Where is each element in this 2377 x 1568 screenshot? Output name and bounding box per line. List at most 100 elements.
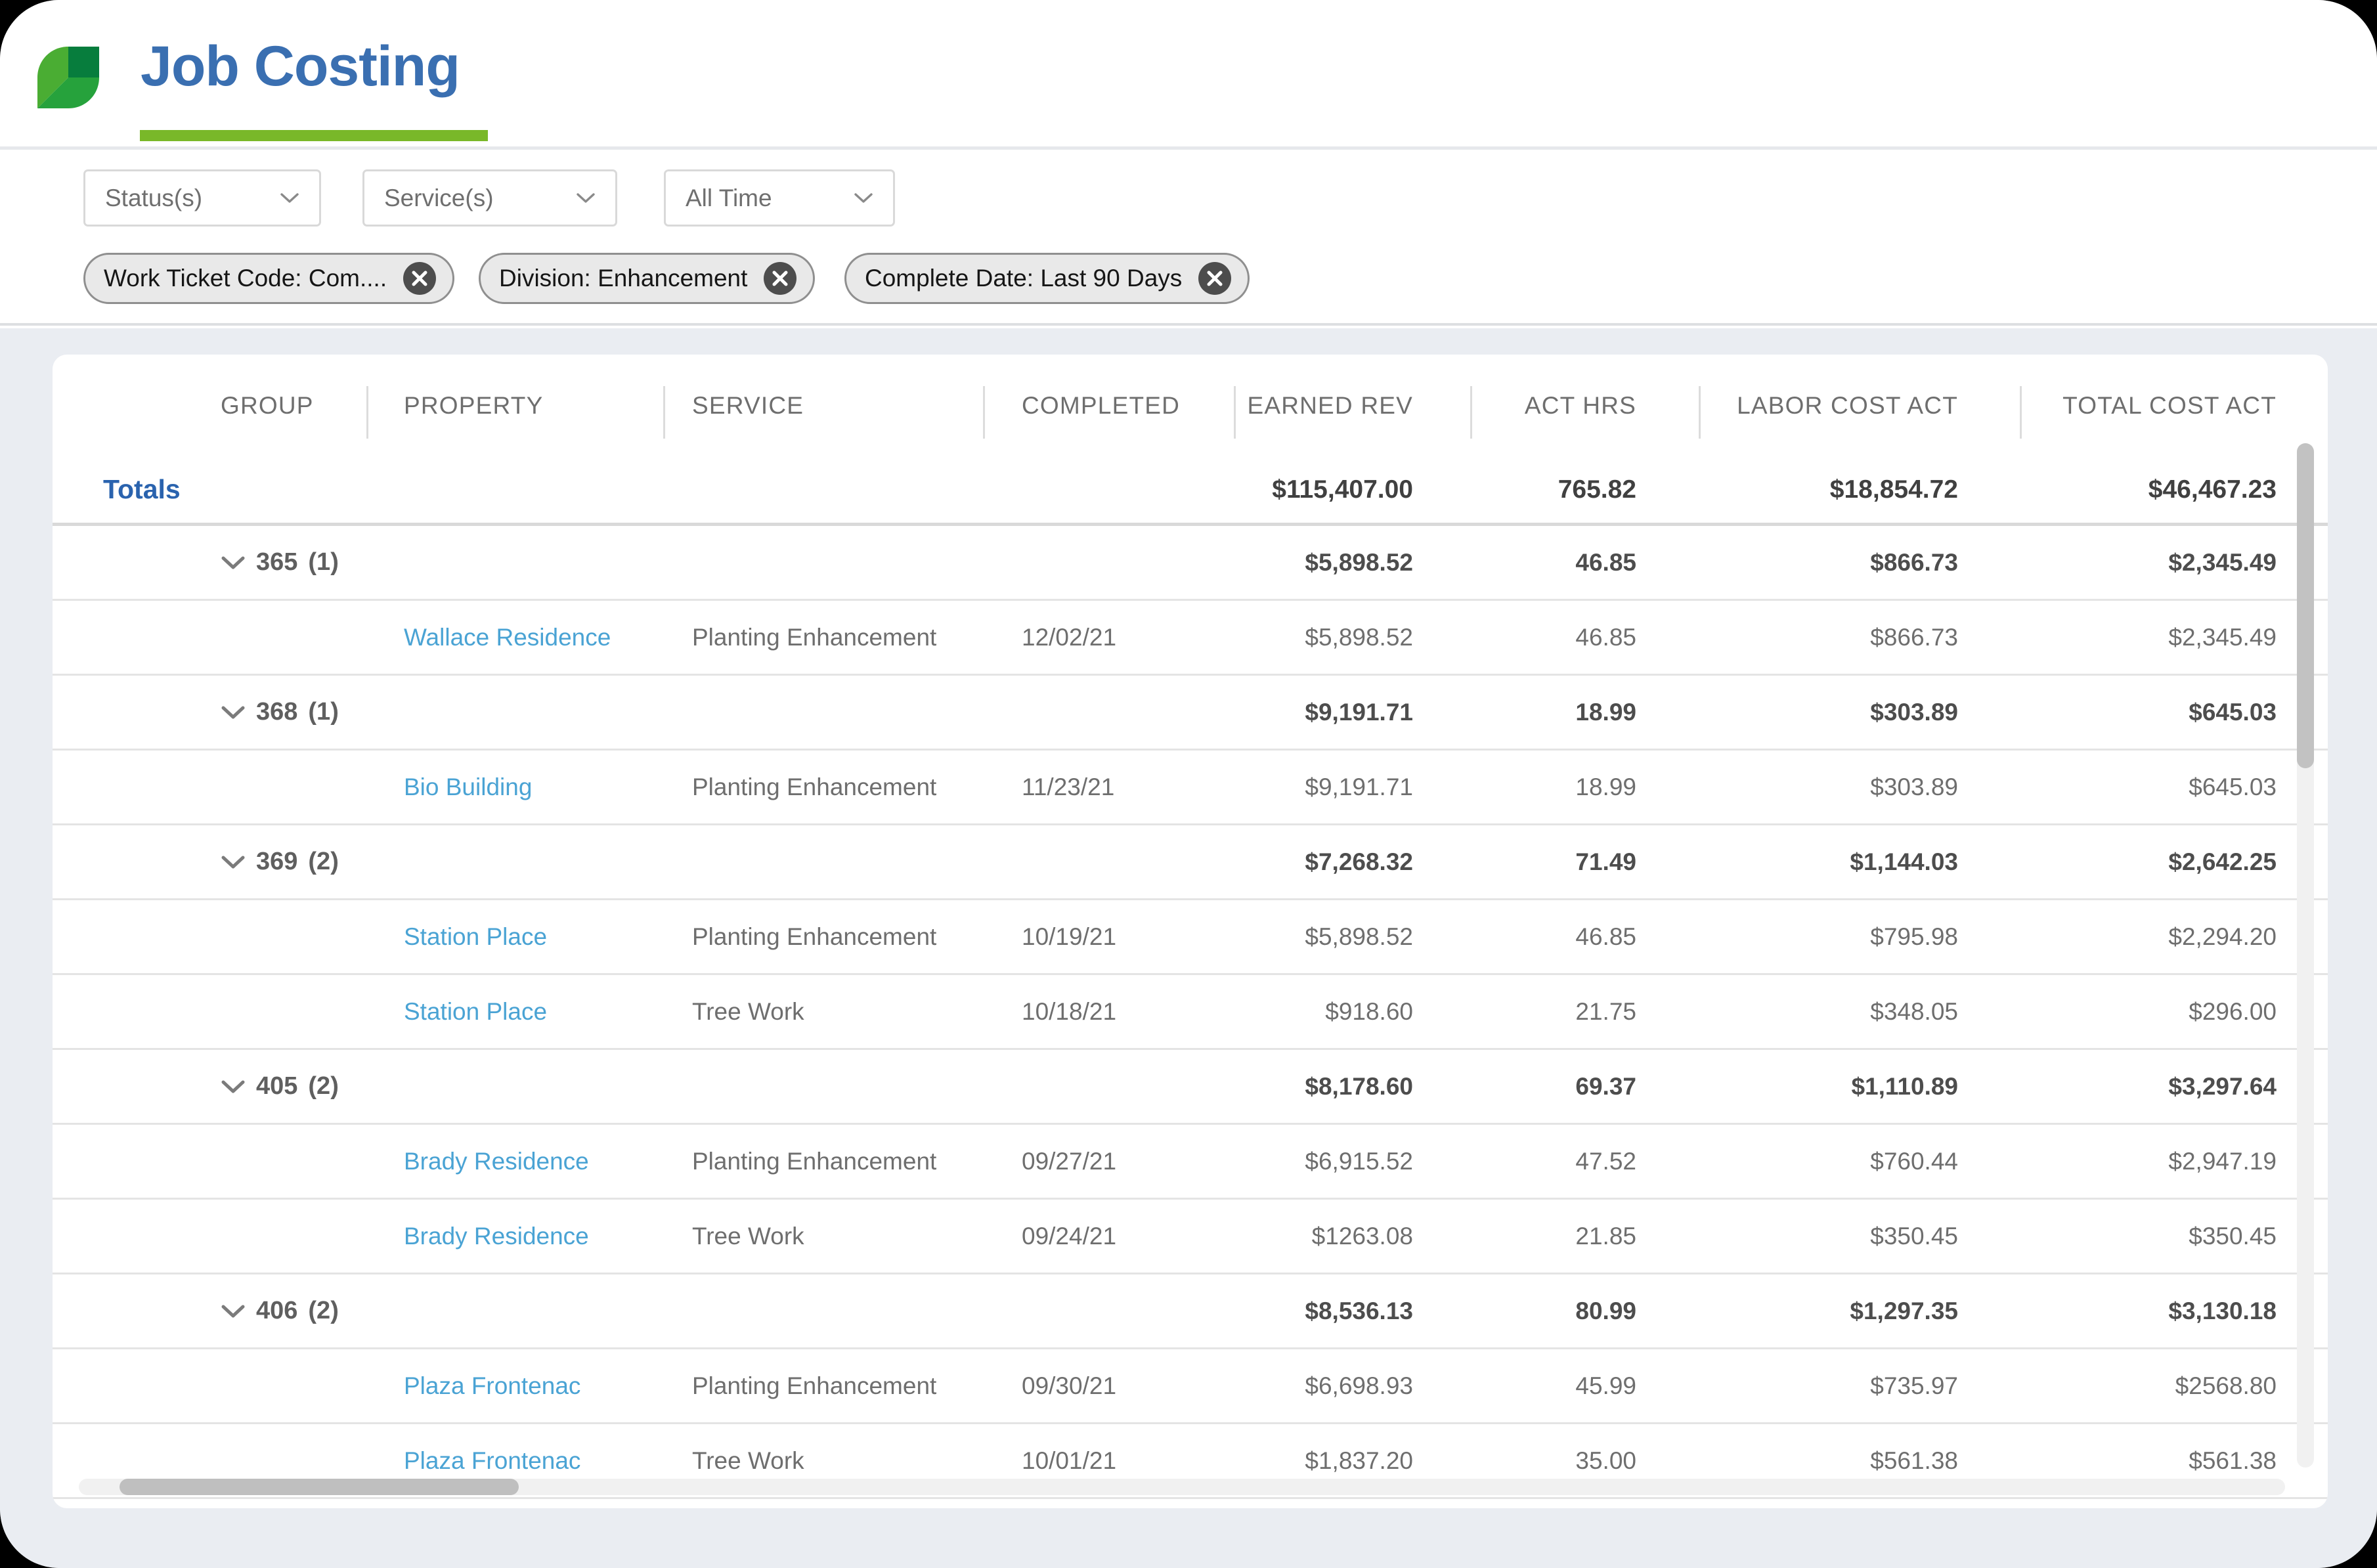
earned-rev-cell: $6,915.52	[1305, 1147, 1413, 1175]
group-count: (2)	[308, 1297, 339, 1324]
total-cost-act-cell: $561.38	[2189, 1447, 2277, 1474]
service-cell: Tree Work	[692, 997, 804, 1025]
completed-date-cell: 10/18/21	[1022, 997, 1117, 1025]
labor-cost-act-cell: $1,144.03	[1850, 848, 1958, 875]
completed-date-cell: 09/30/21	[1022, 1372, 1117, 1399]
service-filter-dropdown[interactable]: Service(s)	[362, 169, 617, 227]
service-filter-label: Service(s)	[384, 184, 494, 211]
property-link[interactable]: Brady Residence	[404, 1223, 589, 1250]
column-divider	[663, 386, 665, 439]
group-toggle[interactable]: 365 (1)	[53, 548, 366, 577]
column-header-total_cost_act: TOTAL COST ACT	[2062, 391, 2277, 419]
act-hrs-cell: 46.85	[1575, 548, 1636, 576]
column-divider	[1699, 386, 1701, 439]
property-link[interactable]: Bio Building	[404, 773, 532, 800]
act-hrs-cell: 71.49	[1575, 848, 1636, 875]
group-toggle[interactable]: 405 (2)	[53, 1072, 366, 1100]
content-area: GROUP PROPERTY SERVICE COMPLETED EARNED REV A…	[0, 328, 2377, 1568]
property-link[interactable]: Station Place	[404, 923, 547, 950]
total-cost-act-cell: $2568.80	[2175, 1372, 2277, 1399]
completed-date-cell: 09/24/21	[1022, 1222, 1117, 1250]
act-hrs-cell: 18.99	[1575, 698, 1636, 726]
filter-chip-work-ticket-code[interactable]: Work Ticket Code: Com....	[83, 253, 455, 304]
column-header-labor_cost_act: LABOR COST ACT	[1737, 391, 1958, 419]
property-cell: Bio Building	[366, 773, 663, 801]
filter-chip-complete-date[interactable]: Complete Date: Last 90 Days	[844, 253, 1250, 304]
labor-cost-act-cell: $350.45	[1870, 1222, 1958, 1250]
earned-rev-cell: $5,898.52	[1305, 548, 1413, 576]
labor-cost-act-cell: $866.73	[1870, 623, 1958, 651]
labor-cost-act-cell: $866.73	[1870, 548, 1958, 576]
vertical-scrollbar-thumb[interactable]	[2297, 443, 2314, 768]
column-divider	[1470, 386, 1472, 439]
service-cell: Tree Work	[692, 1222, 804, 1250]
labor-cost-act-cell: $795.98	[1870, 923, 1958, 950]
chevron-down-icon	[280, 192, 299, 204]
chevron-down-icon	[221, 1079, 246, 1094]
group-row: 406 (2) $8,536.13 80.99 $1,297.35 $3,130.18	[53, 1274, 2328, 1349]
property-link[interactable]: Plaza Frontenac	[404, 1372, 580, 1399]
filter-chip-division[interactable]: Division: Enhancement	[479, 253, 816, 304]
property-cell: Station Place	[366, 923, 663, 951]
earned-rev-cell: $9,191.71	[1305, 698, 1413, 726]
horizontal-scrollbar-track	[79, 1479, 2285, 1495]
table-row: Wallace Residence Planting Enhancement 12/…	[53, 601, 2328, 676]
close-icon[interactable]	[763, 261, 797, 295]
act-hrs-cell: 45.99	[1575, 1372, 1636, 1399]
earned-rev-cell: $5,898.52	[1305, 923, 1413, 950]
group-number: 369	[256, 848, 298, 875]
act-hrs-cell: 21.75	[1575, 997, 1636, 1025]
chevron-down-icon	[854, 192, 873, 204]
labor-cost-act-cell: $1,110.89	[1851, 1072, 1958, 1100]
totals-labor-cost-act: $18,854.72	[1829, 475, 1958, 504]
total-cost-act-cell: $2,345.49	[2168, 623, 2277, 651]
completed-date-cell: 10/01/21	[1022, 1447, 1117, 1474]
column-divider	[2020, 386, 2022, 439]
service-cell: Tree Work	[692, 1447, 804, 1474]
property-link[interactable]: Station Place	[404, 998, 547, 1025]
totals-label[interactable]: Totals	[53, 474, 1234, 505]
act-hrs-cell: 80.99	[1575, 1297, 1636, 1324]
chevron-down-icon	[221, 1304, 246, 1318]
totals-total-cost-act: $46,467.23	[2148, 475, 2277, 504]
completed-date-cell: 12/02/21	[1022, 623, 1117, 651]
act-hrs-cell: 69.37	[1575, 1072, 1636, 1100]
group-toggle[interactable]: 368 (1)	[53, 698, 366, 726]
group-toggle[interactable]: 406 (2)	[53, 1297, 366, 1325]
property-link[interactable]: Brady Residence	[404, 1148, 589, 1175]
table-row: Plaza Frontenac Planting Enhancement 09/30…	[53, 1349, 2328, 1424]
property-link[interactable]: Wallace Residence	[404, 624, 611, 651]
completed-date-cell: 10/19/21	[1022, 923, 1117, 950]
app-header: Job Costing	[0, 0, 2377, 150]
group-row: 405 (2) $8,178.60 69.37 $1,110.89 $3,297.64	[53, 1050, 2328, 1125]
chevron-down-icon	[221, 855, 246, 869]
chevron-down-icon	[576, 192, 596, 204]
property-link[interactable]: Plaza Frontenac	[404, 1447, 580, 1474]
act-hrs-cell: 18.99	[1575, 773, 1636, 800]
labor-cost-act-cell: $561.38	[1870, 1447, 1958, 1474]
close-icon[interactable]	[1198, 261, 1232, 295]
app-window: Job Costing Status(s) Service(s) All Tim…	[0, 0, 2377, 1568]
total-cost-act-cell: $3,297.64	[2168, 1072, 2277, 1100]
horizontal-scrollbar-thumb[interactable]	[120, 1479, 519, 1495]
labor-cost-act-cell: $735.97	[1870, 1372, 1958, 1399]
filter-chip-label: Division: Enhancement	[499, 265, 748, 292]
time-filter-label: All Time	[686, 184, 772, 211]
status-filter-dropdown[interactable]: Status(s)	[83, 169, 321, 227]
earned-rev-cell: $7,268.32	[1305, 848, 1413, 875]
column-header-earned_rev: EARNED REV	[1247, 391, 1413, 419]
total-cost-act-cell: $2,345.49	[2168, 548, 2277, 576]
group-toggle[interactable]: 369 (2)	[53, 848, 366, 876]
property-cell: Wallace Residence	[366, 624, 663, 651]
table-row: Brady Residence Planting Enhancement 09/27…	[53, 1125, 2328, 1200]
job-costing-table-card: GROUP PROPERTY SERVICE COMPLETED EARNED REV A…	[53, 355, 2328, 1508]
service-cell: Planting Enhancement	[692, 773, 937, 800]
vertical-scrollbar-track	[2297, 443, 2314, 1468]
earned-rev-cell: $6,698.93	[1305, 1372, 1413, 1399]
chevron-down-icon	[221, 555, 246, 570]
totals-act-hrs: 765.82	[1558, 475, 1636, 504]
filter-bar: Status(s) Service(s) All Time Work Ticke…	[0, 153, 2377, 326]
close-icon[interactable]	[403, 261, 437, 295]
earned-rev-cell: $918.60	[1325, 997, 1413, 1025]
time-filter-dropdown[interactable]: All Time	[664, 169, 895, 227]
